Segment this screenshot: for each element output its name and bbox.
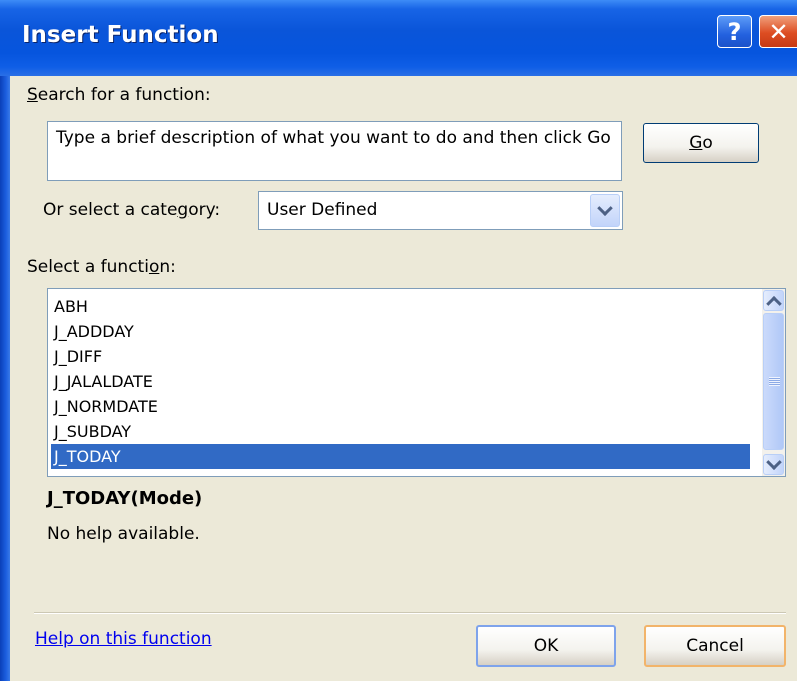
function-list-item[interactable]: ABH <box>51 294 750 319</box>
function-list-item[interactable]: J_NORMDATE <box>51 394 750 419</box>
go-label-text: o <box>702 133 713 153</box>
category-select[interactable]: User Defined <box>258 191 623 230</box>
search-input[interactable]: Type a brief description of what you wan… <box>47 121 622 181</box>
dialog-body: Search for a function: Type a brief desc… <box>10 76 797 681</box>
close-button[interactable]: ✕ <box>759 15 797 48</box>
function-label-mnemonic: o <box>148 257 160 277</box>
function-list-item[interactable]: J_JALALDATE <box>51 369 750 394</box>
help-on-function-link[interactable]: Help on this function <box>35 629 212 649</box>
category-label-b: ory: <box>188 200 221 220</box>
close-icon: ✕ <box>768 18 789 46</box>
category-dropdown-button[interactable] <box>590 194 620 227</box>
insert-function-dialog: Insert Function ? ✕ Search for a functio… <box>0 0 797 681</box>
chevron-up-icon <box>765 295 782 312</box>
search-label: Search for a function: <box>27 85 211 105</box>
footer-divider <box>34 612 786 614</box>
go-button[interactable]: Go <box>643 123 759 163</box>
function-list-item[interactable]: J_TODAY <box>51 444 750 469</box>
function-label-a: Select a functi <box>27 257 149 277</box>
function-list-scrollbar[interactable] <box>762 289 785 476</box>
ok-button[interactable]: OK <box>476 625 616 667</box>
title-bar[interactable]: Insert Function ? ✕ <box>0 0 797 76</box>
function-list-label: Select a function: <box>27 257 176 277</box>
category-label-mnemonic: g <box>177 200 189 220</box>
function-label-b: n: <box>159 257 176 277</box>
function-description: No help available. <box>47 524 200 544</box>
search-label-text: earch for a function: <box>37 85 211 105</box>
go-mnemonic: G <box>689 133 703 153</box>
cancel-button[interactable]: Cancel <box>644 625 786 667</box>
function-list[interactable]: ABH J_ADDDAY J_DIFF J_JALALDATE J_NORMDATE J_… <box>47 288 786 477</box>
category-label: Or select a category: <box>43 200 220 220</box>
category-value: User Defined <box>267 200 378 220</box>
window-title: Insert Function <box>22 22 219 48</box>
scroll-down-button[interactable] <box>763 453 784 475</box>
category-label-a: Or select a cate <box>43 200 178 220</box>
function-list-item[interactable]: J_ADDDAY <box>51 319 750 344</box>
help-icon: ? <box>727 18 742 46</box>
function-list-item[interactable]: J_DIFF <box>51 344 750 369</box>
grip-icon <box>769 377 780 386</box>
chevron-down-icon <box>765 453 782 470</box>
search-label-mnemonic: S <box>27 85 38 105</box>
help-button[interactable]: ? <box>717 15 752 48</box>
scroll-up-button[interactable] <box>763 290 784 312</box>
window-border <box>0 76 10 681</box>
function-signature: J_TODAY(Mode) <box>47 488 203 509</box>
function-list-item[interactable]: J_SUBDAY <box>51 419 750 444</box>
chevron-down-icon <box>597 199 613 216</box>
scroll-thumb[interactable] <box>763 313 784 450</box>
